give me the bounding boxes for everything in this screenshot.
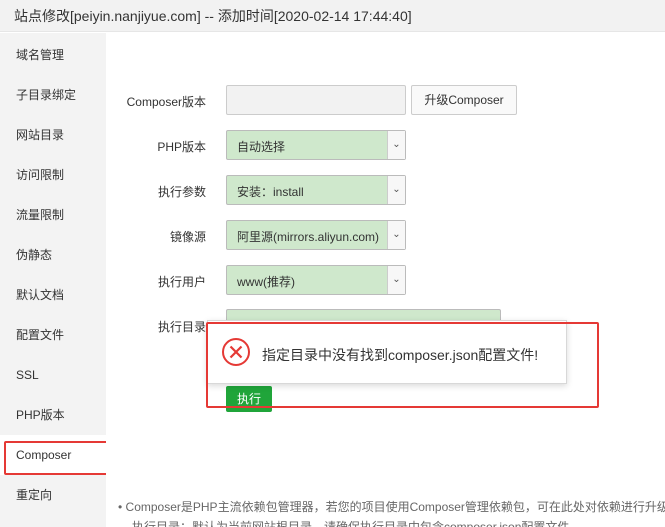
sidebar-item-domain[interactable]: 域名管理 <box>0 35 106 75</box>
sidebar-item-config-file[interactable]: 配置文件 <box>0 315 106 355</box>
help-note-line-2: 执行目录：默认为当前网站根目录，请确保执行目录中包含composer.json配… <box>132 520 570 527</box>
help-note-line-1: • Composer是PHP主流依赖包管理器，若您的项目使用Composer管理… <box>118 500 665 514</box>
dialog-highlight-box <box>206 322 599 408</box>
mirror-value: 阿里源(mirrors.aliyun.com) <box>237 230 380 244</box>
sidebar-item-traffic-limit[interactable]: 流量限制 <box>0 195 106 235</box>
sidebar-item-ssl[interactable]: SSL <box>0 355 106 395</box>
sidebar-item-access-limit[interactable]: 访问限制 <box>0 155 106 195</box>
sidebar-item-redirect[interactable]: 重定向 <box>0 475 106 515</box>
sidebar-item-subdir[interactable]: 子目录绑定 <box>0 75 106 115</box>
sidebar-item-php-version[interactable]: PHP版本 <box>0 395 106 435</box>
exec-user-value: www(推荐) <box>237 275 295 289</box>
exec-user-select[interactable]: www(推荐) ⌄ <box>226 265 406 295</box>
chevron-down-icon: ⌄ <box>387 131 405 159</box>
php-version-value: 自动选择 <box>237 140 286 154</box>
sidebar-item-default-doc[interactable]: 默认文档 <box>0 275 106 315</box>
php-version-label: PHP版本 <box>157 140 206 154</box>
mirror-label: 镜像源 <box>169 230 206 244</box>
exec-params-select[interactable]: 安装：install ⌄ <box>226 175 406 205</box>
chevron-down-icon: ⌄ <box>387 176 405 204</box>
composer-version-label: Composer版本 <box>126 95 206 109</box>
exec-dir-label: 执行目录 <box>157 320 206 334</box>
chevron-down-icon: ⌄ <box>387 221 405 249</box>
sidebar-item-rewrite[interactable]: 伪静态 <box>0 235 106 275</box>
upgrade-composer-button[interactable]: 升级Composer <box>411 85 517 115</box>
exec-params-value: 安装：install <box>237 185 304 199</box>
window-title-bar: 站点修改[peiyin.nanjiyue.com] -- 添加时间[2020-0… <box>0 0 665 32</box>
chevron-down-icon: ⌄ <box>387 266 405 294</box>
composer-version-field <box>226 85 406 115</box>
sidebar-item-site-dir[interactable]: 网站目录 <box>0 115 106 155</box>
exec-params-label: 执行参数 <box>157 185 206 199</box>
window-title: 站点修改[peiyin.nanjiyue.com] -- 添加时间[2020-0… <box>14 8 412 24</box>
php-version-select[interactable]: 自动选择 ⌄ <box>226 130 406 160</box>
mirror-select[interactable]: 阿里源(mirrors.aliyun.com) ⌄ <box>226 220 406 250</box>
exec-user-label: 执行用户 <box>157 275 206 289</box>
